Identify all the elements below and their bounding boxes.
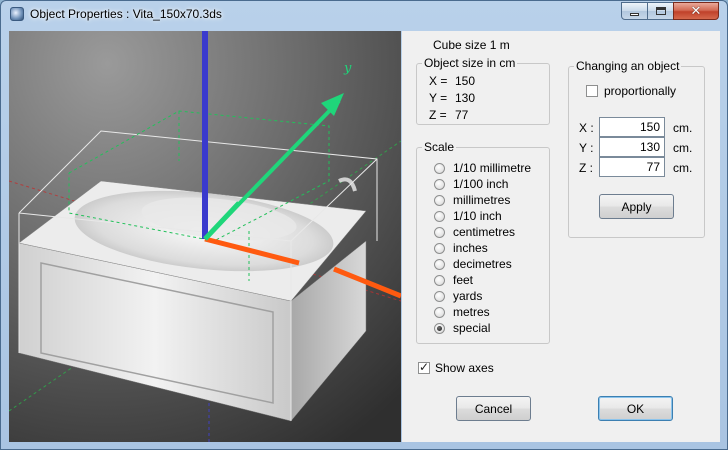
scale-option-radio[interactable] — [434, 307, 445, 318]
3d-viewport[interactable]: y — [9, 31, 401, 442]
scale-option-radio[interactable] — [434, 195, 445, 206]
scale-option-radio[interactable] — [434, 163, 445, 174]
scale-option-label: yards — [453, 289, 483, 303]
change-z-label: Z : — [579, 161, 593, 175]
object-size-group: Object size in cm X = 150 Y = 130 Z = 77 — [416, 56, 550, 125]
scale-option-radio[interactable] — [434, 227, 445, 238]
scale-option-label: 1/100 inch — [453, 177, 509, 191]
scale-option-label: feet — [453, 273, 474, 287]
ok-button[interactable]: OK — [598, 396, 673, 421]
changing-object-group: Changing an object proportionally X : 15… — [568, 59, 705, 238]
scale-option-radio[interactable] — [434, 323, 445, 334]
object-size-y-value: 130 — [455, 91, 476, 105]
object-size-y-label: Y = — [429, 91, 448, 105]
maximize-icon — [655, 7, 666, 15]
cube-size-label: Cube size 1 m — [433, 38, 510, 52]
object-size-x-value: 150 — [455, 74, 476, 88]
change-y-label: Y : — [579, 141, 594, 155]
scale-option-label: 1/10 millimetre — [453, 161, 532, 175]
scale-option-label: millimetres — [453, 193, 511, 207]
window-title: Object Properties : Vita_150x70.3ds — [30, 7, 222, 21]
scale-option-radio[interactable] — [434, 211, 445, 222]
apply-button[interactable]: Apply — [599, 194, 674, 219]
change-y-field[interactable]: 130 — [599, 137, 665, 157]
properties-panel: Cube size 1 m Object size in cm X = 150 … — [402, 31, 720, 442]
scale-option-label: decimetres — [453, 257, 512, 271]
y-axis-label: y — [344, 61, 352, 76]
change-x-field[interactable]: 150 — [599, 117, 665, 137]
scale-option-label: centimetres — [453, 225, 516, 239]
scale-option-label: inches — [453, 241, 488, 255]
change-y-unit: cm. — [673, 141, 693, 155]
scale-option-label: metres — [453, 305, 490, 319]
change-x-label: X : — [579, 121, 594, 135]
scale-option-radio[interactable] — [434, 243, 445, 254]
change-z-unit: cm. — [673, 161, 693, 175]
close-button[interactable]: ✕ — [673, 2, 719, 20]
maximize-button[interactable] — [647, 2, 674, 20]
scale-option-radio[interactable] — [434, 275, 445, 286]
proportionally-label: proportionally — [604, 84, 677, 98]
object-size-title: Object size in cm — [422, 56, 518, 70]
dialog-window: Object Properties : Vita_150x70.3ds ✕ y … — [0, 0, 728, 450]
change-z-field[interactable]: 77 — [599, 157, 665, 177]
app-icon — [10, 7, 24, 21]
object-size-z-label: Z = — [429, 108, 447, 122]
object-size-z-value: 77 — [455, 108, 469, 122]
scale-option-radio[interactable] — [434, 179, 445, 190]
scale-option-radio[interactable] — [434, 291, 445, 302]
change-x-unit: cm. — [673, 121, 693, 135]
show-axes-label: Show axes — [435, 361, 494, 375]
minimize-icon — [630, 12, 639, 16]
object-size-x-label: X = — [429, 74, 448, 88]
show-axes-checkbox[interactable] — [418, 360, 430, 374]
title-bar[interactable]: Object Properties : Vita_150x70.3ds ✕ — [1, 1, 727, 28]
scale-option-radio[interactable] — [434, 259, 445, 270]
changing-object-title: Changing an object — [574, 59, 682, 73]
cancel-button[interactable]: Cancel — [456, 396, 531, 421]
scale-option-label: 1/10 inch — [453, 209, 502, 223]
scale-option-label: special — [453, 321, 491, 335]
scale-title: Scale — [422, 140, 457, 154]
close-icon: ✕ — [690, 3, 702, 19]
minimize-button[interactable] — [621, 2, 648, 20]
proportionally-checkbox[interactable] — [586, 85, 598, 97]
scale-group: Scale 1/10 millimetre 1/100 inch millimetr… — [416, 140, 550, 344]
viewport-scene — [9, 31, 401, 442]
